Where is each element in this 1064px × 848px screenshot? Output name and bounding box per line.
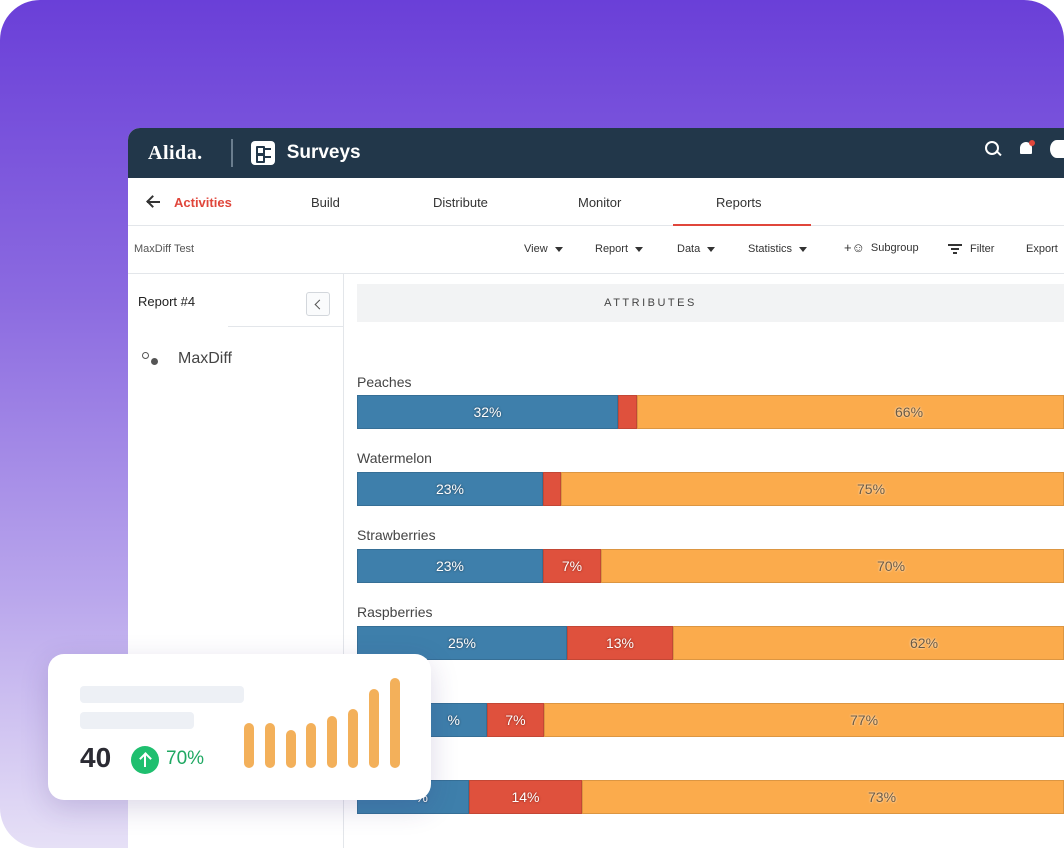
view-menu[interactable]: View — [524, 243, 563, 255]
placeholder-line — [80, 686, 244, 703]
mini-bar — [348, 709, 358, 768]
report-main: ATTRIBUTES Peaches 32% 66% Watermelon 23… — [357, 274, 1064, 848]
sidebar-divider — [228, 326, 344, 327]
tab-build[interactable]: Build — [311, 195, 340, 210]
arrow-up-icon — [131, 746, 159, 774]
mini-bar — [327, 716, 338, 768]
arrow-left-icon[interactable] — [146, 194, 162, 210]
subgroup-button[interactable]: +☺ Subgroup — [844, 240, 919, 255]
export-label: Export — [1026, 243, 1058, 255]
survey-name: MaxDiff Test — [134, 243, 195, 255]
bar-segment-orange: 75% — [561, 472, 1064, 506]
stacked-bar-strawberries: 23% 7% 70% — [357, 549, 1064, 583]
search-icon[interactable] — [984, 140, 1002, 158]
metric-value: 40 — [80, 742, 112, 773]
bar-segment-red: 14% — [469, 780, 582, 814]
chevron-down-icon — [707, 247, 716, 252]
stacked-bar-row-5: % 7% 77% — [357, 703, 1064, 737]
nav-bar: Activities Build Distribute Monitor Repo… — [128, 178, 1064, 226]
data-label: Data — [677, 243, 701, 255]
row-label: Strawberries — [357, 527, 436, 543]
bar-segment-red: 13% — [567, 626, 673, 660]
topbar-divider — [230, 139, 233, 167]
stacked-bar-row-6: % 14% 73% — [357, 780, 1064, 814]
report-title: Report #4 — [138, 294, 196, 309]
stacked-bar-raspberries: 25% 13% 62% — [357, 626, 1064, 660]
stacked-bar-peaches: 32% 66% — [357, 395, 1064, 429]
collapse-sidebar-button[interactable] — [306, 292, 330, 316]
export-button[interactable]: Export — [1026, 243, 1058, 255]
settings-icon[interactable] — [1050, 140, 1064, 158]
row-label: Peaches — [357, 374, 412, 390]
mini-bar — [306, 723, 317, 768]
stacked-bar-watermelon: 23% 75% — [357, 472, 1064, 506]
bar-segment-orange: 70% — [601, 549, 1064, 583]
metric-change: 70% — [166, 748, 205, 769]
bar-segment-red: 7% — [487, 703, 544, 737]
bar-segment-orange: 77% — [544, 703, 1064, 737]
chevron-down-icon — [799, 247, 808, 252]
alida-logo[interactable]: Alida. — [148, 142, 203, 165]
bar-segment-blue: 23% — [357, 549, 543, 583]
subgroup-label: Subgroup — [870, 241, 919, 254]
tab-distribute[interactable]: Distribute — [433, 195, 488, 210]
bar-segment-blue: 32% — [357, 395, 618, 429]
report-menu[interactable]: Report — [595, 243, 644, 255]
filter-label: Filter — [970, 243, 995, 255]
view-label: View — [524, 243, 548, 255]
statistics-label: Statistics — [748, 243, 793, 255]
sidebar-item-maxdiff[interactable]: MaxDiff — [142, 350, 232, 368]
mini-bar — [264, 723, 275, 768]
purple-gradient-background: Alida. Surveys Activities Build Distribu… — [0, 0, 1064, 848]
bar-segment-orange: 73% — [582, 780, 1064, 814]
row-label: Raspberries — [357, 604, 433, 620]
bar-segment-orange: 62% — [673, 626, 1064, 660]
placeholder-line — [80, 712, 194, 729]
tab-monitor[interactable]: Monitor — [578, 195, 621, 210]
mini-bar — [368, 689, 379, 768]
chevron-down-icon — [554, 247, 563, 252]
metric-card: 40 70% — [48, 654, 431, 800]
sidebar-item-label: MaxDiff — [178, 350, 232, 367]
row-label: Watermelon — [357, 450, 432, 466]
maxdiff-icon — [142, 351, 162, 367]
filter-icon — [948, 244, 962, 254]
mini-bar — [285, 730, 296, 768]
attributes-header: ATTRIBUTES — [357, 284, 1064, 322]
report-label: Report — [595, 243, 629, 255]
report-toolbar: MaxDiff Test View Report Data Statistics… — [128, 226, 1064, 274]
top-bar: Alida. Surveys — [128, 128, 1064, 178]
bar-segment-red: 7% — [543, 549, 601, 583]
tab-reports[interactable]: Reports — [716, 195, 762, 210]
topbar-icons — [984, 140, 1064, 158]
mini-bar — [389, 678, 400, 768]
filter-button[interactable]: Filter — [948, 243, 994, 255]
bar-segment-red — [618, 395, 637, 429]
surveys-icon — [250, 141, 275, 165]
attributes-header-label: ATTRIBUTES — [604, 297, 697, 309]
bell-icon[interactable] — [1018, 140, 1035, 158]
data-menu[interactable]: Data — [677, 243, 716, 255]
bar-segment-red — [543, 472, 561, 506]
chevron-down-icon — [635, 247, 644, 252]
app-title: Surveys — [286, 142, 361, 163]
mini-bar — [244, 723, 254, 768]
statistics-menu[interactable]: Statistics — [748, 243, 808, 255]
bar-segment-orange: 66% — [637, 395, 1064, 429]
activities-link[interactable]: Activities — [174, 195, 232, 210]
bar-segment-blue: 23% — [357, 472, 543, 506]
add-user-icon: +☺ — [844, 240, 865, 255]
